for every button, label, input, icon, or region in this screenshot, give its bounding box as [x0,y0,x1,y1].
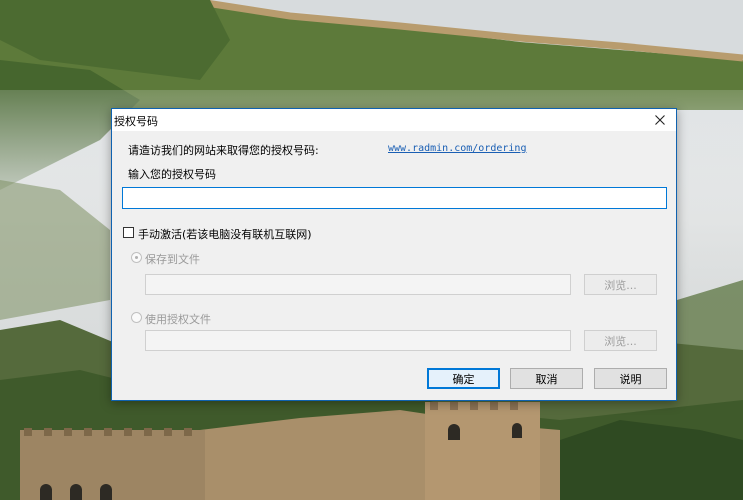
close-icon [655,115,665,125]
license-file-path-field[interactable] [145,330,571,351]
license-number-input[interactable] [122,187,667,209]
dialog-titlebar[interactable]: 授权号码 [112,109,676,131]
save-file-path-field[interactable] [145,274,571,295]
manual-activation-checkbox[interactable] [123,227,134,238]
close-button[interactable] [644,109,676,131]
website-link[interactable]: www.radmin.com/ordering [388,143,526,154]
visit-website-label: 请造访我们的网站来取得您的授权号码: [128,144,319,157]
help-button[interactable]: 说明 [594,368,667,389]
license-input-label: 输入您的授权号码 [128,168,216,181]
save-to-file-label: 保存到文件 [145,253,200,266]
dialog-title: 授权号码 [114,115,158,128]
license-dialog: 授权号码 请造访我们的网站来取得您的授权号码: www.radmin.com/o… [111,108,677,401]
use-license-file-label: 使用授权文件 [145,313,211,326]
use-license-file-radio[interactable] [131,312,142,323]
cancel-button[interactable]: 取消 [510,368,583,389]
browse-save-button[interactable]: 浏览... [584,274,657,295]
save-to-file-radio[interactable] [131,252,142,263]
manual-activation-label: 手动激活(若该电脑没有联机互联网) [138,228,312,241]
ok-button[interactable]: 确定 [427,368,500,389]
browse-license-button[interactable]: 浏览... [584,330,657,351]
